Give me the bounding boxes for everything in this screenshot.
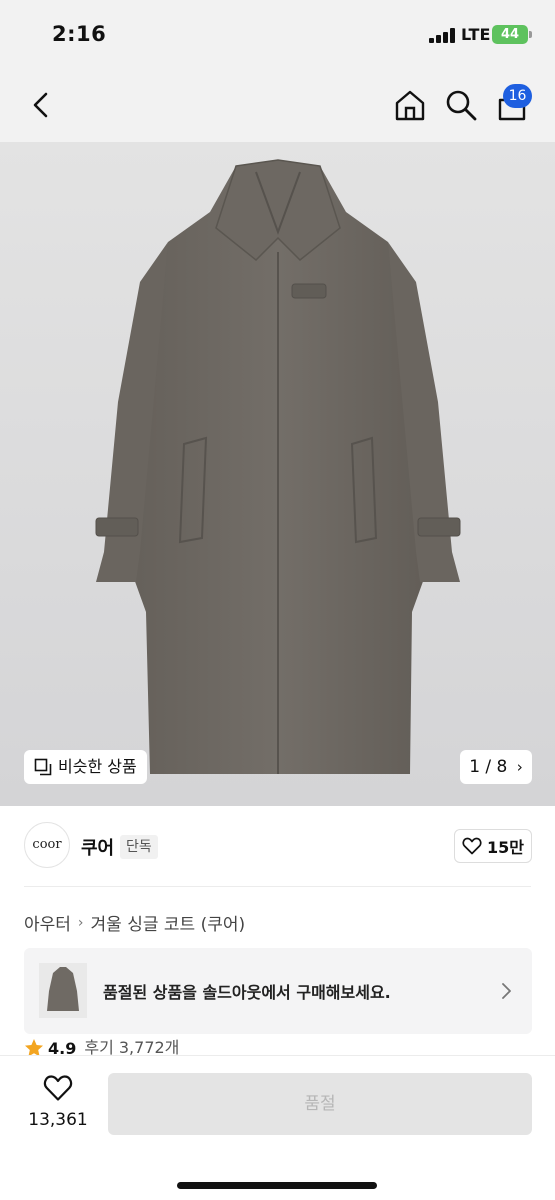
brand-like-button[interactable]: 15만 bbox=[454, 829, 532, 863]
brand-row: coor 쿠어 단독 15만 bbox=[24, 822, 532, 870]
bottom-action-bar: 13,361 품절 bbox=[0, 1055, 555, 1200]
home-indicator bbox=[177, 1182, 377, 1189]
chevron-left-icon[interactable] bbox=[26, 88, 56, 122]
chevron-right-icon bbox=[502, 983, 511, 999]
similar-products-label: 비슷한 상품 bbox=[58, 757, 137, 776]
signal-icon bbox=[429, 28, 456, 43]
heart-icon bbox=[43, 1075, 73, 1101]
exclusive-badge: 단독 bbox=[120, 835, 158, 859]
brand-name[interactable]: 쿠어 bbox=[81, 834, 114, 860]
copy-icon bbox=[34, 758, 52, 776]
chevron-right-icon: › bbox=[77, 914, 84, 931]
wishlist-button[interactable]: 13,361 bbox=[24, 1074, 92, 1130]
soldout-message: 품절된 상품을 솔드아웃에서 구매해보세요. bbox=[103, 983, 391, 1002]
soldout-thumbnail bbox=[39, 963, 87, 1018]
battery-tip bbox=[529, 31, 532, 38]
divider bbox=[24, 886, 531, 887]
image-pager-label: 1 / 8 bbox=[469, 757, 508, 777]
status-time: 2:16 bbox=[52, 22, 107, 46]
brand-like-count: 15만 bbox=[487, 838, 524, 857]
similar-products-button[interactable]: 비슷한 상품 bbox=[24, 750, 147, 784]
heart-icon bbox=[462, 837, 482, 855]
breadcrumb-product[interactable]: 겨울 싱글 코트 (쿠어) bbox=[91, 910, 246, 935]
network-label: LTE bbox=[461, 25, 491, 44]
brand-logo[interactable]: coor bbox=[24, 822, 70, 868]
chevron-right-icon: › bbox=[516, 758, 523, 776]
nav-bar bbox=[0, 70, 555, 142]
breadcrumb-category[interactable]: 아우터 bbox=[24, 910, 71, 935]
breadcrumb: 아우터 › 겨울 싱글 코트 (쿠어) bbox=[24, 910, 246, 936]
wishlist-count: 13,361 bbox=[28, 1110, 88, 1130]
status-bar: 2:16 LTE 44 bbox=[0, 0, 555, 70]
soldout-buy-button[interactable]: 품절 bbox=[108, 1073, 532, 1135]
home-icon[interactable] bbox=[393, 88, 427, 122]
battery-icon: 44 bbox=[492, 25, 528, 44]
search-icon[interactable] bbox=[444, 88, 478, 122]
product-image-gallery[interactable]: 비슷한 상품 1 / 8 › bbox=[0, 142, 555, 806]
image-pager[interactable]: 1 / 8 › bbox=[460, 750, 532, 784]
soldout-banner[interactable]: 품절된 상품을 솔드아웃에서 구매해보세요. bbox=[24, 948, 532, 1034]
cart-badge: 16 bbox=[503, 84, 532, 108]
coat-image bbox=[95, 159, 461, 774]
